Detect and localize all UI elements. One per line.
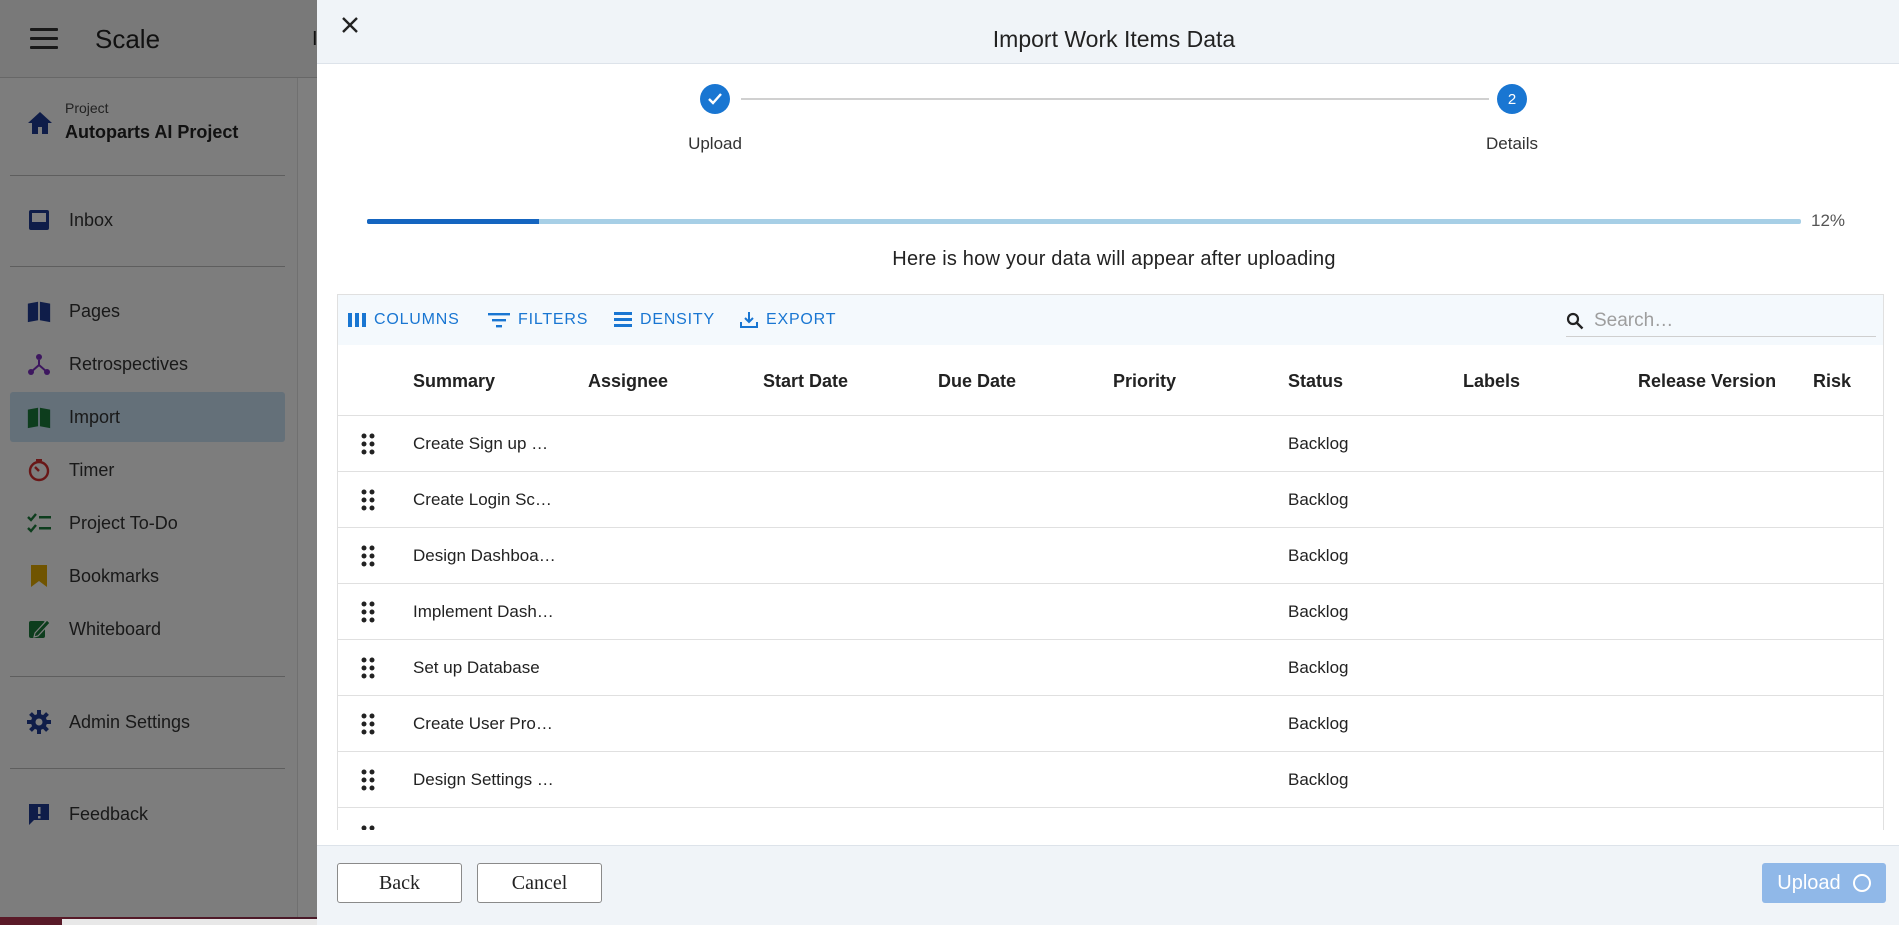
preview-heading: Here is how your data will appear after …	[892, 248, 1336, 270]
drag-handle-icon[interactable]	[361, 825, 375, 830]
drag-handle-icon[interactable]	[361, 545, 375, 567]
step-details-number: 2	[1497, 84, 1527, 114]
column-header-labels[interactable]: Labels	[1463, 371, 1520, 392]
cell-summary: Create Sign up …	[413, 434, 549, 453]
progress-percent: 12%	[1811, 211, 1846, 230]
upload-progress-bar	[367, 219, 1801, 224]
drag-handle-icon[interactable]	[361, 601, 375, 623]
column-header-release-version[interactable]: Release Version	[1638, 371, 1776, 392]
dialog-footer: Back Cancel Upload	[317, 845, 1899, 925]
dialog-header: Import Work Items Data	[317, 0, 1899, 64]
export-button[interactable]: EXPORT	[740, 307, 836, 333]
search-icon	[1566, 312, 1584, 329]
cell-summary: Create User Pro…	[413, 714, 553, 733]
columns-button[interactable]: COLUMNS	[348, 307, 460, 333]
cancel-button[interactable]: Cancel	[477, 863, 602, 903]
cell-summary: Implement Dash…	[413, 602, 554, 621]
columns-button-label: COLUMNS	[374, 311, 460, 328]
step-label-details: Details	[1486, 134, 1538, 153]
table-row[interactable]: Create User Pro… Backlog	[338, 696, 1883, 752]
table-row[interactable]: Implement Dash… Backlog	[338, 584, 1883, 640]
upload-button-label: Upload	[1777, 871, 1841, 894]
cell-status: Backlog	[1288, 546, 1349, 565]
table-row[interactable]: Create Sign up … Backlog	[338, 416, 1883, 472]
cell-status: Backlog	[1288, 770, 1349, 789]
density-button-label: DENSITY	[640, 311, 715, 328]
filters-button-label: FILTERS	[518, 311, 589, 328]
cell-summary: Design Dashboa…	[413, 546, 556, 565]
table-row[interactable]: Create Login Sc… Backlog	[338, 472, 1883, 528]
column-header-status[interactable]: Status	[1288, 371, 1343, 392]
column-header-priority[interactable]: Priority	[1113, 371, 1176, 392]
step-label-upload: Upload	[688, 134, 742, 153]
density-button[interactable]: DENSITY	[614, 307, 715, 333]
cell-status: Backlog	[1288, 434, 1349, 453]
column-header-summary[interactable]: Summary	[413, 371, 495, 392]
import-dialog: Import Work Items Data Upload 2 Details …	[317, 0, 1899, 925]
table-row-partial[interactable]	[338, 808, 1883, 830]
filter-icon	[488, 313, 510, 328]
checkmark-icon	[708, 93, 722, 105]
cell-summary: Design Settings …	[413, 770, 554, 789]
drag-handle-icon[interactable]	[361, 713, 375, 735]
cell-status: Backlog	[1288, 490, 1349, 509]
grid-header-row: Summary Assignee Start Date Due Date Pri…	[338, 345, 1883, 416]
table-row[interactable]: Set up Database Backlog	[338, 640, 1883, 696]
cell-summary: Set up Database	[413, 658, 540, 677]
column-header-assignee[interactable]: Assignee	[588, 371, 668, 392]
column-header-due-date[interactable]: Due Date	[938, 371, 1016, 392]
density-icon	[614, 312, 632, 327]
drag-handle-icon[interactable]	[361, 489, 375, 511]
search-input[interactable]	[1594, 309, 1854, 332]
cell-status: Backlog	[1288, 714, 1349, 733]
table-row[interactable]: Design Settings … Backlog	[338, 752, 1883, 808]
grid-toolbar: COLUMNS FILTERS DENSITY EXPORT	[338, 295, 1883, 345]
column-header-start-date[interactable]: Start Date	[763, 371, 848, 392]
back-button[interactable]: Back	[337, 863, 462, 903]
table-row[interactable]: Design Dashboa… Backlog	[338, 528, 1883, 584]
download-icon	[740, 312, 758, 328]
columns-icon	[348, 313, 366, 327]
cell-status: Backlog	[1288, 602, 1349, 621]
cell-status: Backlog	[1288, 658, 1349, 677]
progress-fill	[367, 219, 540, 224]
cell-summary: Create Login Sc…	[413, 490, 552, 509]
loading-spinner-icon	[1852, 874, 1871, 892]
upload-button[interactable]: Upload	[1762, 863, 1886, 903]
filters-button[interactable]: FILTERS	[488, 307, 588, 333]
drag-handle-icon[interactable]	[361, 433, 375, 455]
stepper: Upload 2 Details	[317, 64, 1899, 174]
grid-search	[1566, 305, 1876, 337]
dialog-title: Import Work Items Data	[992, 26, 1236, 52]
step-upload-completed-icon	[700, 84, 730, 114]
column-header-risk[interactable]: Risk	[1813, 371, 1851, 392]
drag-handle-icon[interactable]	[361, 769, 375, 791]
data-grid: COLUMNS FILTERS DENSITY EXPORT Summary A…	[337, 294, 1884, 830]
export-button-label: EXPORT	[766, 311, 837, 328]
stepper-connector	[741, 98, 1489, 100]
drag-handle-icon[interactable]	[361, 657, 375, 679]
